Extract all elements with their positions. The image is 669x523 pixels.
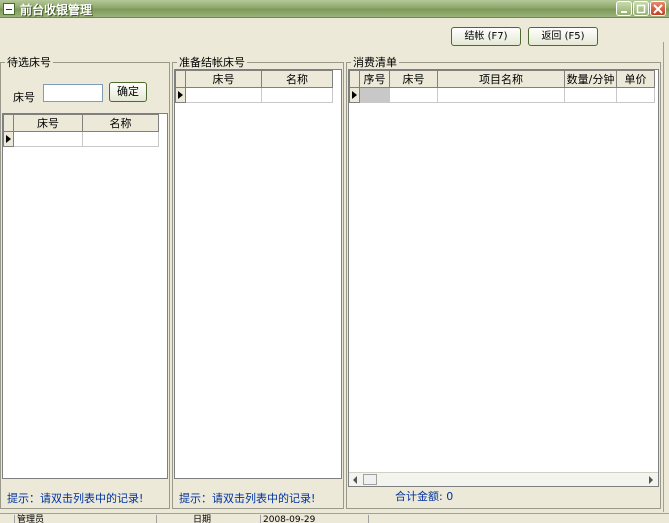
- grid-header: 床号 名称: [175, 70, 333, 88]
- column-header[interactable]: 项目名称: [437, 70, 565, 88]
- pending-checkout-label: 准备结帐床号: [177, 54, 247, 70]
- row-indicator: [175, 87, 186, 103]
- total-amount: 合计金额: 0: [395, 488, 453, 504]
- table-cell[interactable]: [389, 87, 438, 103]
- table-cell[interactable]: [13, 131, 83, 147]
- scroll-right-icon[interactable]: [648, 476, 654, 484]
- window-menu-icon[interactable]: [3, 3, 15, 15]
- horizontal-scrollbar[interactable]: [349, 472, 658, 486]
- column-header[interactable]: 数量/分钟: [564, 70, 617, 88]
- table-cell[interactable]: [185, 87, 262, 103]
- bed-number-label: 床号: [13, 91, 35, 104]
- consumption-grid[interactable]: 序号 床号 项目名称 数量/分钟 单价: [348, 69, 659, 487]
- minimize-button[interactable]: [616, 1, 632, 16]
- row-indicator: [3, 131, 14, 147]
- table-cell[interactable]: [261, 87, 333, 103]
- scrollbar-thumb[interactable]: [363, 474, 377, 485]
- column-header[interactable]: 床号: [13, 114, 83, 132]
- table-row[interactable]: [349, 87, 655, 103]
- close-button[interactable]: [650, 1, 666, 16]
- column-header[interactable]: 床号: [389, 70, 438, 88]
- checkout-button[interactable]: 结帐 (F7): [451, 27, 521, 46]
- row-indicator: [349, 87, 360, 103]
- table-row[interactable]: [3, 131, 159, 147]
- grid-indicator-header: [175, 70, 186, 88]
- bed-number-input[interactable]: [43, 84, 103, 102]
- hint-text: 提示：请双击列表中的记录!: [179, 492, 316, 505]
- pending-checkout-grid[interactable]: 床号 名称: [174, 69, 342, 479]
- table-cell[interactable]: [82, 131, 159, 147]
- maximize-icon: [636, 4, 646, 14]
- row-pointer-icon: [352, 90, 357, 99]
- status-empty: [368, 515, 658, 523]
- column-header[interactable]: 序号: [359, 70, 390, 88]
- available-beds-grid[interactable]: 床号 名称: [2, 113, 168, 479]
- column-header[interactable]: 名称: [82, 114, 159, 132]
- minimize-icon: [621, 11, 627, 13]
- row-pointer-icon: [6, 134, 11, 143]
- window-edge: [663, 42, 669, 512]
- total-amount-label: 合计金额:: [395, 490, 443, 503]
- title-bar: 前台收银管理: [0, 0, 669, 18]
- total-amount-value: 0: [446, 490, 454, 503]
- consumption-list-panel: 消费清单 序号 床号 项目名称 数量/分钟 单价 合计金额: 0: [346, 54, 661, 509]
- status-date-label: 日期: [156, 515, 256, 523]
- table-cell[interactable]: [437, 87, 565, 103]
- table-cell[interactable]: [564, 87, 617, 103]
- back-button[interactable]: 返回 (F5): [528, 27, 598, 46]
- status-bar: 管理员 日期 2008-09-29: [0, 513, 669, 523]
- table-cell[interactable]: [359, 87, 390, 103]
- column-header[interactable]: 单价: [616, 70, 655, 88]
- close-icon: [653, 4, 663, 14]
- row-pointer-icon: [178, 90, 183, 99]
- confirm-button[interactable]: 确定: [109, 82, 147, 102]
- hint-text: 提示：请双击列表中的记录!: [7, 492, 144, 505]
- grid-indicator-header: [3, 114, 14, 132]
- scroll-left-icon[interactable]: [352, 476, 358, 484]
- column-header[interactable]: 名称: [261, 70, 333, 88]
- grid-header: 床号 名称: [3, 114, 159, 132]
- consumption-list-label: 消费清单: [351, 54, 399, 70]
- available-beds-label: 待选床号: [5, 54, 53, 70]
- table-row[interactable]: [175, 87, 333, 103]
- available-beds-panel: 待选床号 床号 确定 床号 名称 提示：请双击列表中的记录!: [0, 54, 170, 509]
- window-title: 前台收银管理: [20, 3, 93, 17]
- pending-checkout-panel: 准备结帐床号 床号 名称 提示：请双击列表中的记录!: [172, 54, 344, 509]
- column-header[interactable]: 床号: [185, 70, 262, 88]
- status-date-value: 2008-09-29: [260, 515, 366, 523]
- grid-indicator-header: [349, 70, 360, 88]
- maximize-button[interactable]: [633, 1, 649, 16]
- status-user: 管理员: [14, 515, 154, 523]
- table-cell[interactable]: [616, 87, 655, 103]
- grid-header: 序号 床号 项目名称 数量/分钟 单价: [349, 70, 655, 88]
